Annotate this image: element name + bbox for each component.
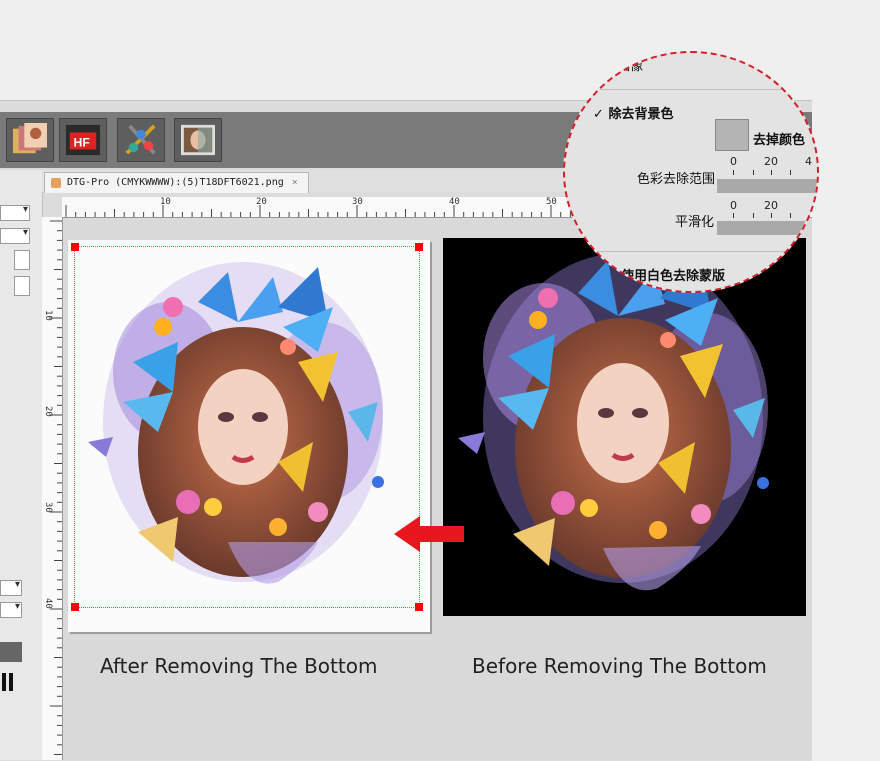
resize-handle-bottom-right[interactable] — [415, 603, 423, 611]
left-properties-panel — [0, 170, 43, 760]
scale-tick — [790, 170, 791, 175]
artwork-illustration — [458, 253, 769, 591]
scale-tick — [790, 213, 791, 218]
scale-tick — [771, 170, 772, 175]
mode-dropdown[interactable] — [0, 579, 22, 596]
ruler-label: 10 — [43, 310, 53, 321]
scale-label: 20 — [764, 199, 778, 212]
color-range-label: 色彩去除范围 — [637, 172, 716, 187]
portrait-edit-button[interactable] — [174, 118, 222, 162]
color-tools-icon — [122, 123, 160, 157]
scale-tick — [733, 213, 734, 218]
remove-color-label: 去掉颜色 — [753, 133, 806, 148]
hf-tool-icon: HF — [64, 123, 102, 157]
resize-handle-top-right[interactable] — [415, 243, 423, 251]
document-file-icon — [51, 178, 61, 188]
x-stepper[interactable] — [14, 250, 30, 270]
layer-dropdown[interactable] — [0, 601, 22, 618]
remove-background-label: 除去背景色 — [608, 107, 674, 122]
background-color-swatch[interactable] — [715, 119, 749, 151]
checkbox-check-icon: ✓ — [593, 107, 604, 122]
ruler-label: 20 — [43, 406, 53, 417]
caption-after: After Removing The Bottom — [100, 654, 378, 678]
remove-background-checkbox[interactable]: ✓ 除去背景色 — [593, 103, 673, 122]
ruler-label: 40 — [449, 197, 460, 207]
pause-icon-bar — [9, 673, 13, 691]
panel-header-fragment: 图像 — [617, 59, 644, 74]
height-dropdown[interactable] — [0, 227, 30, 244]
caption-before: Before Removing The Bottom — [472, 654, 767, 678]
hf-tool-button[interactable]: HF — [59, 118, 107, 162]
photo-stack-tool-button[interactable] — [6, 118, 54, 162]
vertical-ruler: 10 20 30 40 — [42, 217, 63, 760]
scale-tick — [753, 213, 754, 218]
artwork-before-removal — [443, 238, 806, 616]
white-mask-option[interactable]: 使用白色去除蒙版 — [621, 265, 725, 284]
scale-tick — [733, 170, 734, 175]
ruler-label: 50 — [546, 197, 557, 207]
panel-divider — [585, 89, 817, 90]
scale-label: 20 — [764, 155, 778, 168]
red-arrow-icon — [394, 516, 464, 552]
ruler-label: 40 — [43, 598, 53, 609]
scale-tick — [771, 213, 772, 218]
tab-document[interactable]: DTG-Pro (CMYKWWWW):(5)T18DFT6021.png × — [44, 172, 309, 193]
ruler-label: 30 — [43, 502, 53, 513]
zoom-magnifier: 图像 ✓ 除去背景色 去掉颜色 0 20 4 色彩去除范围 0 20 平滑化 使… — [563, 51, 819, 293]
color-range-slider[interactable] — [717, 179, 817, 193]
pause-icon[interactable] — [2, 673, 6, 691]
scale-label: 0 — [730, 155, 737, 168]
ruler-label: 20 — [256, 197, 267, 207]
resize-handle-bottom-left[interactable] — [71, 603, 79, 611]
tab-document-title: DTG-Pro (CMYKWWWW):(5)T18DFT6021.png — [67, 177, 284, 188]
scale-tick — [753, 170, 754, 175]
selection-bounding-box[interactable] — [71, 243, 423, 611]
ruler-label: 10 — [160, 197, 171, 207]
scale-label: 0 — [730, 199, 737, 212]
color-preview[interactable] — [0, 642, 22, 662]
y-stepper[interactable] — [14, 276, 30, 296]
ruler-label: 30 — [352, 197, 363, 207]
portrait-edit-icon — [179, 123, 217, 157]
scale-label: 4 — [805, 155, 812, 168]
svg-text:HF: HF — [74, 136, 91, 150]
width-dropdown[interactable] — [0, 204, 30, 221]
resize-handle-top-left[interactable] — [71, 243, 79, 251]
smoothing-label: 平滑化 — [675, 215, 715, 230]
close-tab-icon[interactable]: × — [292, 177, 298, 188]
color-tools-button[interactable] — [117, 118, 165, 162]
photo-stack-icon — [11, 123, 49, 157]
panel-divider — [585, 251, 817, 252]
smoothing-slider[interactable] — [717, 221, 817, 235]
